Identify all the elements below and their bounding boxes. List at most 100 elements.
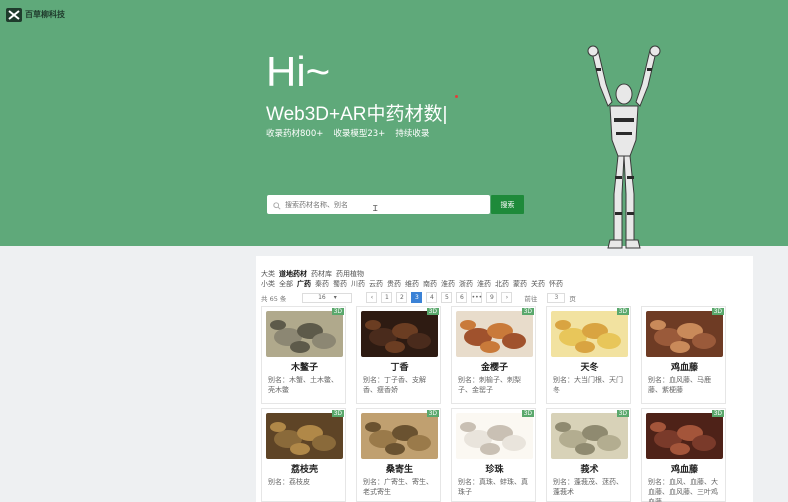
goto-page-input[interactable]: 3 (547, 292, 566, 303)
3d-badge: 3D (426, 308, 439, 315)
herb-card[interactable]: 3D 木鳖子别名：木蟹、土木鳖、壳木鳖 (261, 306, 346, 404)
herb-alias: 别名：广寄生、寄生、老式寄生 (363, 478, 433, 496)
page-button[interactable]: 9 (486, 292, 498, 303)
herb-alias: 别名：大当门根、天门冬 (553, 376, 623, 394)
herb-name: 天冬 (580, 363, 599, 373)
filter-item[interactable]: 秦药 (315, 279, 329, 289)
herb-image (646, 413, 723, 459)
stat-ongoing: 持续收录 (395, 129, 430, 139)
herb-card[interactable]: 3D 荔枝壳别名：荔枝皮 (261, 408, 346, 502)
filter-item[interactable]: 广药 (297, 279, 311, 289)
herb-card[interactable]: 3D 珍珠别名：真珠、蚌珠、真珠子 (451, 408, 536, 502)
3d-badge: 3D (711, 308, 724, 315)
filter-item[interactable]: 北药 (495, 279, 509, 289)
3d-badge: 3D (331, 410, 344, 417)
logo-text: 百草柳科技 (25, 9, 65, 19)
page-size-select[interactable]: 16 ▾ (302, 292, 353, 303)
herb-name: 鸡血藤 (670, 465, 698, 475)
filter-item[interactable]: 川药 (351, 279, 365, 289)
filter-item[interactable]: 蜀药 (333, 279, 347, 289)
filter-item[interactable]: 维药 (405, 279, 419, 289)
3d-badge: 3D (711, 410, 724, 417)
page-button-active[interactable]: 3 (411, 292, 423, 303)
herb-alias: 别名：木蟹、土木鳖、壳木鳖 (268, 376, 338, 394)
3d-badge: 3D (331, 308, 344, 315)
filter-item[interactable]: 南药 (423, 279, 437, 289)
herb-name: 丁香 (390, 363, 409, 373)
filter-item[interactable]: 浙药 (459, 279, 473, 289)
search-input[interactable] (285, 200, 475, 209)
herb-image (266, 311, 343, 357)
filter-library[interactable]: 药材库 (311, 269, 332, 279)
herb-name: 木鳖子 (290, 363, 318, 373)
filter-item[interactable]: 贵药 (387, 279, 401, 289)
herb-card[interactable]: 3D 丁香别名：丁子香、支解香、瘦香娇 (356, 306, 441, 404)
herb-name: 桑寄生 (385, 465, 413, 475)
herb-image (266, 413, 343, 459)
herb-image (551, 413, 628, 459)
herb-alias: 别名：血风、血藤、大血藤、血风藤、三叶鸡血藤 (648, 478, 718, 502)
herb-name: 珍珠 (485, 465, 504, 475)
next-page-button[interactable]: › (501, 292, 513, 303)
herb-alias: 别名：血风藤、马鹿藤、紫梗藤 (648, 376, 711, 394)
herb-card[interactable]: 3D 鸡血藤别名：血风、血藤、大血藤、血风藤、三叶鸡血藤 (641, 408, 726, 502)
category-filter-row: 大类 道地药材 药材库 药用植物 (261, 269, 364, 279)
decor-dot (455, 95, 458, 98)
hero-subtitle: Web3D+AR中药材数| (266, 104, 448, 125)
filter-item[interactable]: 全部 (279, 279, 293, 289)
herb-name: 荔枝壳 (290, 465, 318, 475)
herb-alias: 别名：荔枝皮 (268, 478, 310, 486)
filter-row-label: 小类 (261, 280, 275, 288)
page-suffix: 页 (569, 294, 576, 303)
page-size-value: 16 (318, 294, 326, 301)
herb-alias: 别名：真珠、蚌珠、真珠子 (458, 478, 528, 496)
stat-models: 收录模型23+ (333, 129, 386, 139)
herb-image (361, 413, 438, 459)
goto-label: 前往 (524, 294, 538, 303)
search-bar (267, 195, 490, 214)
3d-badge: 3D (426, 410, 439, 417)
herb-image (646, 311, 723, 357)
filter-plants[interactable]: 药用植物 (336, 269, 364, 279)
herb-card[interactable]: 3D 金樱子 别名：刺榆子、刺梨子、金罂子 (451, 306, 536, 404)
page-button[interactable]: 6 (456, 292, 468, 303)
herb-image (361, 311, 438, 357)
brand-logo[interactable]: 百草柳科技 (6, 7, 65, 22)
stat-materials: 收录药材800+ (266, 129, 324, 139)
page-button[interactable]: 4 (426, 292, 438, 303)
hero-greeting: Hi~ (266, 48, 331, 95)
filter-item[interactable]: 淮药 (477, 279, 491, 289)
3d-badge: 3D (521, 410, 534, 417)
herb-alias: 别名：丁子香、支解香、瘦香娇 (363, 376, 426, 394)
logo-icon (6, 7, 22, 22)
herb-card[interactable]: 3D 天冬别名：大当门根、天门冬 (546, 306, 631, 404)
3d-badge: 3D (616, 308, 629, 315)
page-button[interactable]: 5 (441, 292, 453, 303)
filter-item[interactable]: 淮药 (441, 279, 455, 289)
herb-card[interactable]: 3D 鸡血藤 别名：血风藤、马鹿藤、紫梗藤 (641, 306, 726, 404)
filter-item[interactable]: 怀药 (549, 279, 563, 289)
herb-image (456, 413, 533, 459)
filter-item[interactable]: 关药 (531, 279, 545, 289)
herb-name: 莪术 (580, 465, 599, 475)
herb-alias: 别名：蓬莪茂、蒁药、蓬莪术 (553, 478, 623, 496)
filter-item[interactable]: 云药 (369, 279, 383, 289)
search-icon (273, 195, 281, 214)
subcategory-filter-row: 小类 全部 广药 秦药 蜀药 川药 云药 贵药 维药 南药 淮药 浙药 淮药 北… (261, 279, 563, 289)
pagination: 共 65 条 16 ▾ ‹ 1 2 3 4 5 6 ••• 9 › 前往 3 页 (261, 292, 576, 303)
robot-3d-model[interactable] (584, 44, 664, 256)
page-button[interactable]: 1 (381, 292, 393, 303)
chevron-down-icon: ▾ (333, 294, 337, 301)
3d-badge: 3D (616, 410, 629, 417)
filter-item[interactable]: 蒙药 (513, 279, 527, 289)
search-button[interactable]: 搜索 (491, 195, 524, 214)
herb-card[interactable]: 3D 桑寄生别名：广寄生、寄生、老式寄生 (356, 408, 441, 502)
prev-page-button[interactable]: ‹ (366, 292, 378, 303)
page-button[interactable]: 2 (396, 292, 408, 303)
filter-daodi[interactable]: 道地药材 (279, 269, 307, 279)
text-cursor-icon: Ɪ (373, 204, 378, 213)
page-ellipsis[interactable]: ••• (471, 292, 483, 303)
herb-card[interactable]: 3D 莪术别名：蓬莪茂、蒁药、蓬莪术 (546, 408, 631, 502)
herb-image (456, 311, 533, 357)
herb-image (551, 311, 628, 357)
